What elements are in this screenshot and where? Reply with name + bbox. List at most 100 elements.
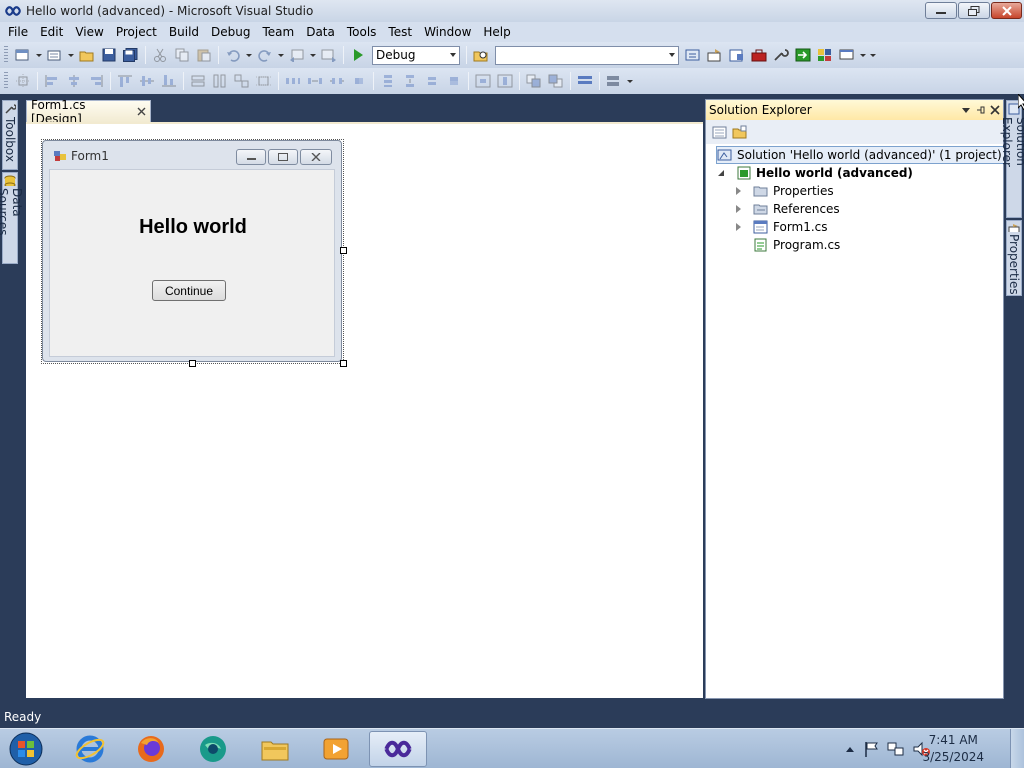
toolbox-tab[interactable]: Toolbox xyxy=(2,100,18,170)
add-item-dropdown-arrow[interactable] xyxy=(68,53,74,57)
menu-window[interactable]: Window xyxy=(418,22,477,42)
document-tab-form1-design[interactable]: Form1.cs [Design] xyxy=(26,98,151,126)
solution-configuration-select[interactable]: Debug xyxy=(372,45,460,65)
data-sources-tab[interactable]: Data Sources xyxy=(0,172,24,264)
align-bottoms-button[interactable] xyxy=(160,72,178,90)
expand-arrow-icon[interactable] xyxy=(736,187,741,195)
tree-item-program-cs[interactable]: Program.cs xyxy=(753,236,840,254)
network-icon[interactable] xyxy=(887,741,905,757)
tree-item-form1-cs[interactable]: Form1.cs xyxy=(736,218,828,236)
properties-icon[interactable] xyxy=(712,125,728,139)
show-hidden-icons-arrow-icon[interactable] xyxy=(845,745,855,753)
taskbar-firefox[interactable] xyxy=(123,731,179,767)
make-vertical-spacing-equal-button[interactable] xyxy=(379,72,397,90)
object-browser-button[interactable] xyxy=(728,46,746,64)
align-centers-button[interactable] xyxy=(65,72,83,90)
hello-world-label[interactable]: Hello world xyxy=(50,216,336,239)
solution-node[interactable]: Solution 'Hello world (advanced)' (1 pro… xyxy=(716,146,1006,164)
align-middles-button[interactable] xyxy=(138,72,156,90)
send-to-back-button[interactable] xyxy=(547,72,565,90)
close-icon[interactable] xyxy=(990,105,1000,115)
save-button[interactable] xyxy=(100,46,118,64)
solution-explorer-side-tab[interactable]: Solution Explorer xyxy=(1000,100,1024,218)
toolbar-options-arrow[interactable] xyxy=(870,53,876,57)
pin-icon[interactable] xyxy=(976,105,986,115)
minimize-button[interactable] xyxy=(925,2,957,19)
close-tab-icon[interactable] xyxy=(137,107,146,116)
properties-side-tab[interactable]: Properties xyxy=(1006,220,1022,296)
align-rights-button[interactable] xyxy=(87,72,105,90)
redo-dropdown-arrow[interactable] xyxy=(278,53,284,57)
continue-button[interactable]: Continue xyxy=(152,280,226,301)
tab-order-button[interactable] xyxy=(576,72,594,90)
add-item-button[interactable] xyxy=(46,46,64,64)
close-button[interactable] xyxy=(991,2,1022,19)
decrease-vertical-spacing-button[interactable] xyxy=(423,72,441,90)
solution-explorer-button[interactable] xyxy=(684,46,702,64)
project-node[interactable]: Hello world (advanced) xyxy=(718,164,913,182)
decrease-horizontal-spacing-button[interactable] xyxy=(328,72,346,90)
make-horizontal-spacing-equal-button[interactable] xyxy=(284,72,302,90)
toolbar-overflow-arrow[interactable] xyxy=(860,53,866,57)
align-tops-button[interactable] xyxy=(116,72,134,90)
menu-team[interactable]: Team xyxy=(256,22,300,42)
expand-arrow-icon[interactable] xyxy=(736,223,741,231)
taskbar-browser-app[interactable] xyxy=(185,731,241,767)
designer-form-window[interactable]: Form1 Hello world Continue xyxy=(42,140,342,362)
undo-dropdown-arrow[interactable] xyxy=(246,53,252,57)
form-client-area[interactable]: Hello world Continue xyxy=(49,169,335,357)
action-center-flag-icon[interactable] xyxy=(863,741,879,757)
menu-tools[interactable]: Tools xyxy=(341,22,383,42)
resize-handle-right[interactable] xyxy=(340,247,347,254)
extension-manager-button[interactable] xyxy=(772,46,790,64)
toolbar-grip[interactable] xyxy=(4,46,8,64)
navigate-forward-button[interactable] xyxy=(320,46,338,64)
tree-item-references[interactable]: References xyxy=(736,200,840,218)
align-lefts-button[interactable] xyxy=(43,72,61,90)
restore-button[interactable] xyxy=(958,2,990,19)
collapse-arrow-icon[interactable] xyxy=(718,170,724,176)
copy-button[interactable] xyxy=(173,46,191,64)
find-combo[interactable] xyxy=(495,45,679,65)
remove-vertical-spacing-button[interactable] xyxy=(445,72,463,90)
menu-project[interactable]: Project xyxy=(110,22,163,42)
menu-view[interactable]: View xyxy=(69,22,109,42)
menu-data[interactable]: Data xyxy=(300,22,341,42)
center-horizontally-button[interactable] xyxy=(474,72,492,90)
resize-handle-bottom-right[interactable] xyxy=(340,360,347,367)
bring-to-front-button[interactable] xyxy=(525,72,543,90)
paste-button[interactable] xyxy=(195,46,213,64)
make-same-size-button[interactable] xyxy=(233,72,251,90)
new-project-dropdown-arrow[interactable] xyxy=(36,53,42,57)
make-same-height-button[interactable] xyxy=(211,72,229,90)
window-position-dropdown-icon[interactable] xyxy=(962,107,970,113)
menu-edit[interactable]: Edit xyxy=(34,22,69,42)
taskbar-clock[interactable]: 7:41 AM 3/25/2024 xyxy=(922,732,984,766)
navigate-backward-button[interactable] xyxy=(288,46,306,64)
undo-button[interactable] xyxy=(224,46,242,64)
toolbar-grip[interactable] xyxy=(4,72,8,90)
taskbar-media-player[interactable] xyxy=(308,731,364,767)
menu-build[interactable]: Build xyxy=(163,22,205,42)
resize-handle-bottom[interactable] xyxy=(189,360,196,367)
make-same-width-button[interactable] xyxy=(189,72,207,90)
show-desktop-button[interactable] xyxy=(1010,729,1024,768)
toolbox-button[interactable] xyxy=(750,46,768,64)
new-project-button[interactable] xyxy=(14,46,32,64)
import-export-button[interactable] xyxy=(794,46,812,64)
properties-window-button[interactable] xyxy=(706,46,724,64)
layout-toolbar-options-arrow[interactable] xyxy=(627,79,633,83)
menu-test[interactable]: Test xyxy=(382,22,418,42)
layout-toolbar-overflow-button[interactable] xyxy=(605,72,623,90)
start-button[interactable] xyxy=(0,731,52,767)
show-all-files-icon[interactable] xyxy=(732,125,748,139)
increase-vertical-spacing-button[interactable] xyxy=(401,72,419,90)
start-page-button[interactable] xyxy=(816,46,834,64)
command-window-button[interactable] xyxy=(838,46,856,64)
expand-arrow-icon[interactable] xyxy=(736,205,741,213)
menu-file[interactable]: File xyxy=(2,22,34,42)
open-file-button[interactable] xyxy=(78,46,96,64)
find-in-files-button[interactable] xyxy=(472,46,490,64)
size-to-grid-button[interactable] xyxy=(255,72,273,90)
taskbar-file-explorer[interactable] xyxy=(247,731,303,767)
